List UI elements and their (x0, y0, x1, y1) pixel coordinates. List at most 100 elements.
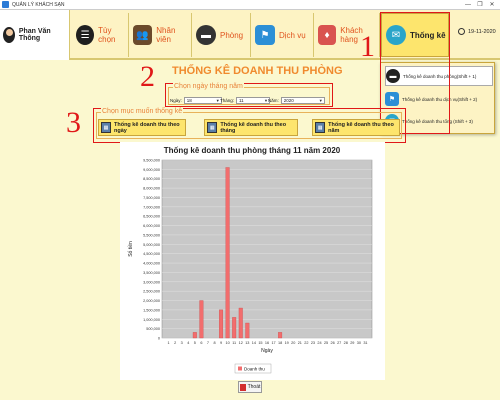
date-picker-legend: Chọn ngày tháng năm (173, 83, 244, 90)
maximize-button[interactable]: ❐ (474, 1, 486, 9)
annotation-number-3: 3 (66, 106, 81, 139)
x-tick-label: 9 (220, 341, 222, 345)
x-tick-label: 16 (265, 341, 269, 345)
nav-label: Phòng (220, 30, 244, 40)
x-tick-label: 6 (200, 341, 202, 345)
x-tick-label: 17 (271, 341, 275, 345)
current-date: 19-11-2020 (458, 28, 496, 35)
x-tick-label: 31 (363, 341, 367, 345)
y-tick-label: 0 (158, 337, 160, 341)
nav-label: Dịch vụ (279, 30, 306, 40)
annotation-number-2: 2 (140, 60, 155, 93)
year-field: Năm: 2020 ▼ (268, 96, 325, 104)
bar (219, 309, 224, 339)
x-tick-label: 8 (213, 341, 215, 345)
app-icon (2, 1, 9, 8)
y-tick-label: 5,500,000 (143, 233, 160, 237)
room-icon: ▬ (196, 25, 216, 45)
x-tick-label: 7 (207, 341, 209, 345)
x-tick-label: 24 (317, 341, 321, 345)
y-tick-label: 9,000,000 (143, 168, 160, 172)
annotation-number-1: 1 (360, 30, 375, 63)
x-tick-label: 22 (304, 341, 308, 345)
x-tick-label: 23 (311, 341, 315, 345)
y-tick-label: 7,000,000 (143, 205, 160, 209)
close-button[interactable]: ✕ (486, 1, 498, 9)
year-label: Năm: (268, 97, 279, 103)
x-tick-label: 13 (245, 341, 249, 345)
stat-by-day-button[interactable]: ▦ Thống kê doanh thu theo ngày (98, 119, 186, 136)
x-axis-label: Ngày (261, 348, 273, 354)
user-profile[interactable]: Phan Văn Thông (0, 10, 70, 60)
bar (278, 332, 283, 339)
x-tick-label: 12 (239, 341, 243, 345)
nav-label: Nhân viên (156, 26, 176, 44)
nav-label: Tùy chọn (98, 26, 116, 44)
x-tick-label: 10 (226, 341, 230, 345)
stat-button-label: Thống kê doanh thu theo ngày (113, 121, 180, 134)
x-tick-label: 1 (168, 341, 170, 345)
stat-button-label: Thống kê doanh thu theo tháng (220, 121, 287, 134)
x-tick-label: 15 (258, 341, 262, 345)
customer-icon: ♦ (318, 25, 337, 45)
day-select[interactable]: 18 ▼ (183, 96, 222, 104)
bar (232, 317, 237, 339)
x-tick-label: 2 (174, 341, 176, 345)
x-tick-label: 20 (291, 341, 295, 345)
y-tick-label: 5,000,000 (143, 243, 160, 247)
x-tick-label: 4 (187, 341, 189, 345)
day-value: 18 (186, 97, 192, 103)
nav-item-options[interactable]: ☰ Tùy chọn (72, 13, 129, 57)
bar (225, 167, 230, 339)
stat-by-month-button[interactable]: ▦ Thống kê doanh thu theo tháng (204, 119, 298, 136)
user-name: Phan Văn Thông (18, 28, 51, 42)
month-select[interactable]: 11 ▼ (236, 96, 271, 104)
y-axis-label: Số tiền (128, 241, 134, 257)
x-tick-label: 28 (344, 341, 348, 345)
minimize-button[interactable]: — (462, 1, 474, 9)
y-tick-label: 3,000,000 (143, 280, 160, 284)
y-tick-label: 8,500,000 (143, 177, 160, 181)
stat-by-year-button[interactable]: ▦ Thống kê doanh thu theo năm (312, 119, 400, 136)
avatar (3, 27, 15, 43)
calendar-icon: ▦ (315, 122, 326, 133)
x-tick-label: 21 (298, 341, 302, 345)
nav-item-services[interactable]: ⚑ Dịch vụ (251, 13, 314, 57)
exit-button[interactable]: Thoát (238, 381, 262, 393)
x-tick-label: 5 (194, 341, 196, 345)
nav-item-rooms[interactable]: ▬ Phòng (192, 13, 251, 57)
year-value: 2020 (283, 97, 294, 103)
bar (238, 307, 243, 339)
y-tick-label: 6,000,000 (143, 224, 160, 228)
x-tick-label: 3 (181, 341, 183, 345)
exit-label: Thoát (247, 384, 261, 390)
bar (192, 332, 197, 339)
stat-button-label: Thống kê doanh thu theo năm (328, 121, 394, 134)
month-value: 11 (239, 97, 244, 103)
x-tick-label: 25 (324, 341, 328, 345)
x-tick-label: 26 (331, 341, 335, 345)
date-text: 19-11-2020 (468, 28, 496, 35)
y-tick-label: 1,000,000 (143, 318, 160, 322)
y-tick-label: 9,500,000 (143, 159, 160, 163)
x-tick-label: 29 (350, 341, 354, 345)
calendar-icon: ▦ (101, 122, 111, 133)
stat-options-legend: Chọn mục muốn thống kê (101, 108, 184, 115)
nav-item-staff[interactable]: 👥 Nhân viên (129, 13, 192, 57)
year-select[interactable]: 2020 ▼ (280, 96, 325, 104)
y-tick-label: 7,500,000 (143, 196, 160, 200)
y-tick-label: 8,000,000 (143, 187, 160, 191)
month-label: Tháng: (220, 97, 235, 103)
revenue-chart: Thống kê doanh thu phòng tháng 11 năm 20… (120, 142, 385, 380)
y-tick-label: 500,000 (146, 327, 160, 331)
y-tick-label: 1,500,000 (143, 308, 160, 312)
calendar-icon: ▦ (207, 122, 218, 133)
exit-icon (239, 383, 246, 391)
day-field: Ngày: 18 ▼ (170, 96, 222, 104)
y-tick-label: 4,000,000 (143, 262, 160, 266)
plot-area (161, 159, 373, 339)
y-tick-label: 4,500,000 (143, 252, 160, 256)
month-field: Tháng: 11 ▼ (220, 96, 271, 104)
window-titlebar: QUẢN LÝ KHÁCH SẠN — ❐ ✕ (0, 0, 500, 10)
y-tick-label: 2,000,000 (143, 299, 160, 303)
